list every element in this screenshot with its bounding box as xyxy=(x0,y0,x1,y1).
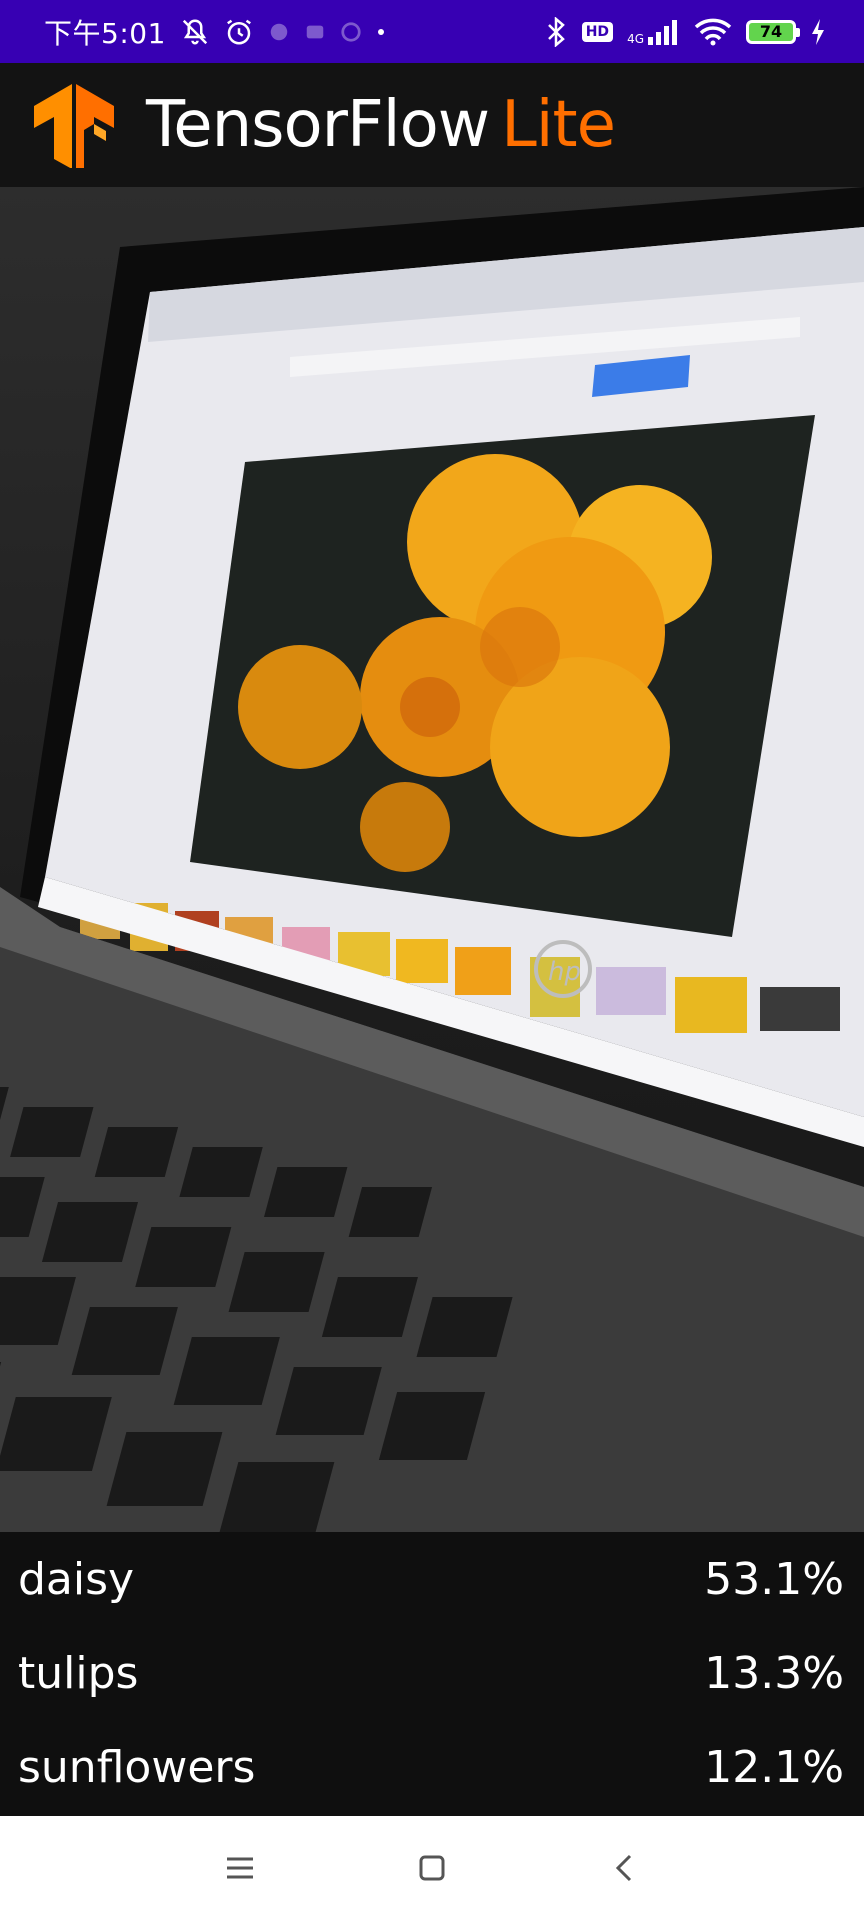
result-confidence: 13.3% xyxy=(704,1647,844,1699)
brand-accent: Lite xyxy=(501,88,616,162)
status-time: 下午5:01 xyxy=(44,16,166,50)
network-type: 4G xyxy=(627,31,644,46)
battery-level: 74 xyxy=(759,22,783,41)
alarm-icon xyxy=(226,19,251,44)
back-button[interactable] xyxy=(594,1838,654,1898)
notification-icon xyxy=(341,21,361,42)
bell-muted-icon xyxy=(182,18,208,44)
navigation-bar xyxy=(0,1816,864,1920)
app-header: TensorFlow Lite xyxy=(0,63,864,187)
back-icon xyxy=(615,1854,632,1882)
menu-icon xyxy=(227,1857,253,1879)
status-bar: 下午5:01 HD 4G 74 xyxy=(0,0,864,63)
notification-icon xyxy=(270,23,288,40)
result-confidence: 53.1% xyxy=(704,1553,844,1605)
home-icon xyxy=(419,1855,445,1881)
hd-badge: HD xyxy=(581,21,614,42)
battery-indicator: 74 xyxy=(746,19,800,44)
wifi-icon xyxy=(694,18,732,45)
charging-icon xyxy=(812,18,824,45)
more-notifications-icon xyxy=(377,28,384,35)
result-label: daisy xyxy=(18,1553,135,1605)
results-panel: daisy 53.1% tulips 13.3% sunflowers 12.1… xyxy=(0,1532,864,1816)
status-left: 下午5:01 xyxy=(44,12,386,52)
cellular-signal: 4G xyxy=(627,19,680,45)
result-row: tulips 13.3% xyxy=(18,1626,844,1720)
result-confidence: 12.1% xyxy=(704,1741,844,1793)
bluetooth-icon xyxy=(547,16,565,47)
tensorflow-logo-icon xyxy=(34,84,114,168)
notification-icon xyxy=(306,25,324,38)
signal-icon xyxy=(648,19,677,45)
result-label: tulips xyxy=(18,1647,139,1699)
result-row: sunflowers 12.1% xyxy=(18,1720,844,1814)
camera-preview: hp xyxy=(0,187,864,1532)
menu-button[interactable] xyxy=(210,1838,270,1898)
result-label: sunflowers xyxy=(18,1741,256,1793)
brand-name: TensorFlow xyxy=(146,88,490,162)
svg-text:hp: hp xyxy=(548,957,581,987)
camera-scene: hp xyxy=(0,187,864,1532)
home-button[interactable] xyxy=(402,1838,462,1898)
result-row: daisy 53.1% xyxy=(18,1532,844,1626)
status-right: HD 4G 74 xyxy=(544,16,826,47)
